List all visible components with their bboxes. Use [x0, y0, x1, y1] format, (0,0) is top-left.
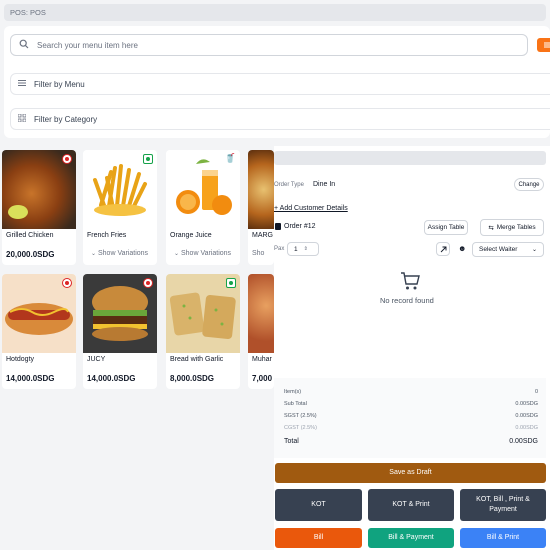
menu-item-name: Grilled Chicken — [6, 232, 54, 239]
margherita-image — [248, 150, 274, 229]
muhar-image — [248, 274, 274, 353]
filter-by-category-label: Filter by Category — [34, 114, 98, 124]
filter-by-category[interactable]: Filter by Category — [10, 108, 550, 130]
merge-tables-button[interactable]: ⇆ Merge Tables — [480, 219, 544, 236]
menu-item-card[interactable]: JUCY 14,000.0SDG — [83, 274, 157, 389]
chevron-down-icon: ⌄ — [531, 247, 537, 253]
menu-item-card[interactable]: Bread with Garlic 8,000.0SDG — [166, 274, 240, 389]
summary-sgst-row: SGST (2.5%) 0.00SDG — [284, 413, 538, 419]
breadcrumb: POS: POS — [4, 4, 546, 21]
expand-icon[interactable] — [436, 242, 450, 256]
bill-button[interactable]: Bill — [275, 528, 362, 548]
assign-table-button[interactable]: Assign Table — [424, 220, 468, 235]
non-veg-badge-icon — [62, 278, 72, 288]
filter-by-menu-label: Filter by Menu — [34, 79, 85, 89]
waiter-icon: ☻ — [458, 244, 467, 253]
receipt-icon — [275, 223, 281, 230]
grid-icon — [17, 113, 27, 124]
kot-print-button[interactable]: KOT & Print — [368, 489, 454, 521]
shopping-cart-icon — [400, 271, 420, 296]
pax-input[interactable]: 1 ⇕ — [287, 242, 319, 256]
menu-item-name: Orange Juice — [170, 232, 212, 239]
menu-item-name: French Fries — [87, 232, 127, 239]
order-panel-header — [274, 151, 546, 165]
select-waiter-dropdown[interactable]: Select Waiter ⌄ — [472, 242, 544, 257]
summary-cgst-row: CGST (2.5%) 0.00SDG — [284, 425, 538, 431]
kot-bill-print-payment-button[interactable]: KOT, Bill , Print & Payment — [460, 489, 546, 521]
add-customer-link[interactable]: + Add Customer Details — [274, 205, 348, 212]
kot-button[interactable]: KOT — [275, 489, 362, 521]
search-input-wrapper[interactable] — [10, 34, 528, 56]
menu-item-name: Bread with Garlic — [170, 356, 224, 363]
search-icon — [19, 36, 29, 54]
menu-item-name: MARG — [252, 232, 273, 239]
order-type-label: Order Type — [274, 182, 304, 188]
show-variations-link[interactable]: ⌄ Show Variations — [91, 250, 148, 257]
save-as-draft-button[interactable]: Save as Draft — [275, 463, 546, 483]
menu-item-name: Hotdogty — [6, 356, 35, 363]
non-veg-badge-icon — [62, 154, 72, 164]
show-variations-link[interactable]: ⌄ Show Variations — [174, 250, 231, 257]
menu-item-name: JUCY — [87, 356, 106, 363]
menu-item-card[interactable]: French Fries ⌄ Show Variations — [83, 150, 157, 265]
bill-print-button[interactable]: Bill & Print — [460, 528, 546, 548]
filter-by-menu[interactable]: Filter by Menu — [10, 73, 550, 95]
non-veg-badge-icon — [143, 278, 153, 288]
summary-total-row: Total 0.00SDG — [284, 438, 538, 445]
order-type-value: Dine In — [313, 181, 336, 188]
change-order-type-button[interactable]: Change — [514, 178, 544, 191]
empty-message: No record found — [380, 296, 434, 305]
drink-icon: 🥤 — [224, 153, 236, 163]
menu-item-card[interactable]: MARG Sho — [248, 150, 274, 265]
chevron-down-icon: ⌄ — [91, 251, 97, 257]
menu-item-price: 7,000 — [252, 374, 273, 383]
menu-item-price: 8,000.0SDG — [170, 374, 215, 383]
order-number: Order #12 — [275, 223, 316, 230]
menu-item-price: 14,000.0SDG — [87, 374, 136, 383]
chevron-down-icon: ⌄ — [174, 251, 180, 257]
veg-badge-icon — [226, 278, 236, 288]
veg-badge-icon — [143, 154, 153, 164]
search-input[interactable] — [35, 39, 515, 51]
merge-icon: ⇆ — [488, 224, 494, 232]
menu-item-card[interactable]: 🥤 Orange Juice ⌄ Show Variations — [166, 150, 240, 265]
bill-payment-button[interactable]: Bill & Payment — [368, 528, 454, 548]
menu-item-name: Muhar — [252, 356, 272, 363]
menu-item-price: 20,000.0SDG — [6, 250, 55, 259]
summary-subtotal-row: Sub Total 0.00SDG — [284, 401, 538, 407]
pax-label: Pax — [274, 246, 285, 252]
list-icon — [18, 79, 26, 89]
menu-item-card[interactable]: Hotdogty 14,000.0SDG — [2, 274, 76, 389]
menu-item-price: 14,000.0SDG — [6, 374, 55, 383]
show-variations-link[interactable]: Sho — [252, 250, 264, 257]
menu-item-card[interactable]: Muhar 7,000 — [248, 274, 274, 389]
summary-items-row: Item(s) 0 — [284, 389, 538, 395]
menu-item-card[interactable]: Grilled Chicken 20,000.0SDG — [2, 150, 76, 265]
menu-toggle-button[interactable] — [537, 38, 550, 52]
stepper-icon: ⇕ — [303, 246, 308, 252]
